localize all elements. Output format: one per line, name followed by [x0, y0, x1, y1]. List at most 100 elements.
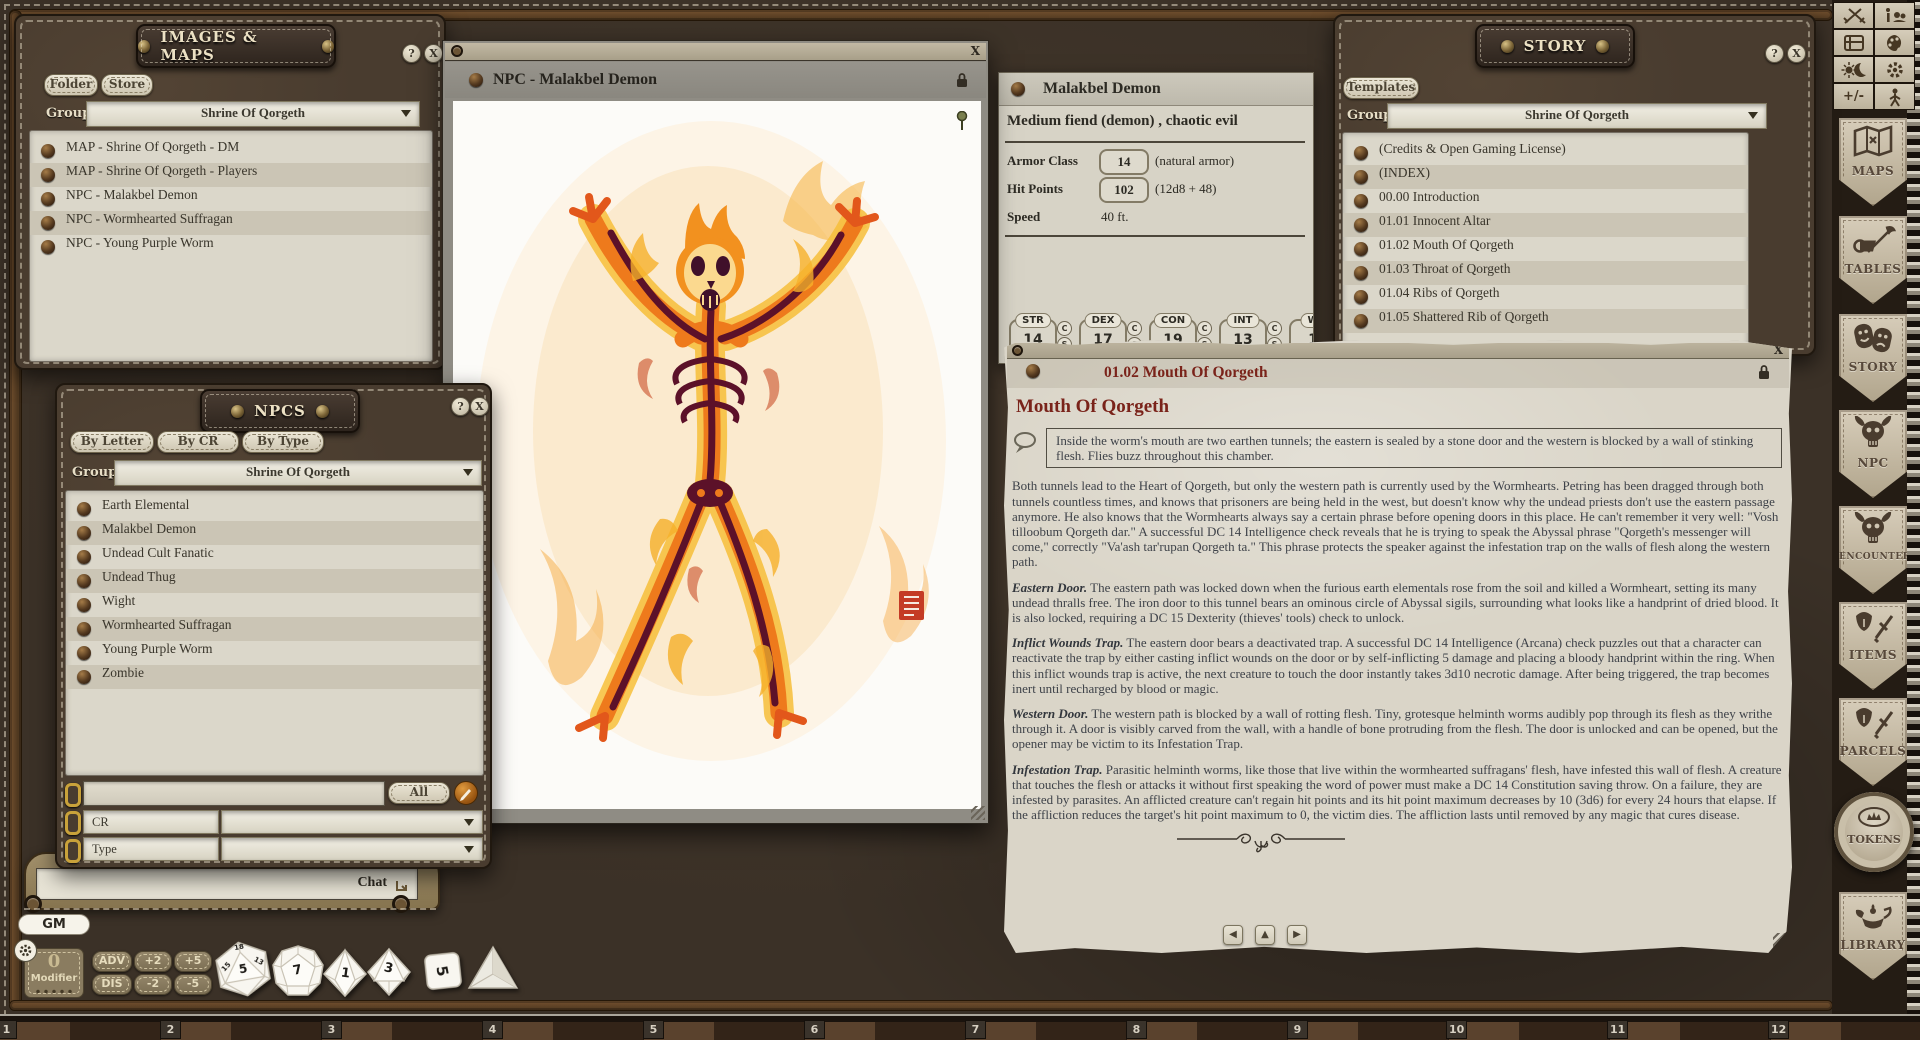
d20-die[interactable]: 5 15 13 18 [209, 935, 276, 1002]
link-stud-icon[interactable] [77, 646, 91, 660]
by-type-button[interactable]: By Type [242, 431, 324, 453]
list-item[interactable]: NPC - Wormhearted Suffragan [30, 211, 432, 235]
advantage-button[interactable]: ADV [92, 951, 132, 972]
link-stud-icon[interactable] [1354, 170, 1368, 184]
modifiers-button[interactable]: +/- [1833, 83, 1874, 110]
link-stud-icon[interactable] [1354, 194, 1368, 208]
plus5-button[interactable]: +5 [174, 951, 212, 972]
minus2-button[interactable]: -2 [134, 974, 172, 995]
d10-die[interactable]: 1 [322, 948, 368, 998]
settings-button[interactable] [1874, 56, 1915, 83]
list-item[interactable]: Zombie [66, 665, 483, 689]
cr-filter-label-box[interactable]: CR [83, 810, 219, 834]
swords-button[interactable] [1833, 2, 1874, 29]
check-cycler[interactable]: C [1267, 321, 1282, 336]
list-item[interactable]: 00.00 Introduction [1343, 189, 1748, 213]
list-item[interactable]: MAP - Shrine Of Qorgeth - DM [30, 139, 432, 163]
up-page-button[interactable]: ▲ [1255, 925, 1275, 945]
link-stud-icon[interactable] [1354, 290, 1368, 304]
list-item[interactable]: Wight [66, 593, 483, 617]
lock-icon[interactable] [956, 72, 968, 88]
entry-body[interactable]: Inside the worm's mouth are two earthen … [1012, 428, 1782, 856]
help-button[interactable]: ? [1765, 44, 1784, 63]
link-stud-icon[interactable] [1354, 242, 1368, 256]
list-item[interactable]: 01.04 Ribs of Qorgeth [1343, 285, 1748, 309]
type-filter-label-box[interactable]: Type [83, 837, 219, 861]
resize-grip[interactable] [971, 806, 985, 820]
link-stud-icon[interactable] [41, 144, 55, 158]
list-item[interactable]: 01.01 Innocent Altar [1343, 213, 1748, 237]
npc-search-input[interactable] [83, 781, 385, 806]
link-stud-icon[interactable] [41, 192, 55, 206]
group-select[interactable]: Shrine Of Qorgeth [86, 101, 420, 127]
list-item[interactable]: (INDEX) [1343, 165, 1748, 189]
link-stud-icon[interactable] [1354, 266, 1368, 280]
plus2-button[interactable]: +2 [134, 951, 172, 972]
edit-button[interactable] [454, 781, 478, 805]
list-item[interactable]: NPC - Young Purple Worm [30, 235, 432, 259]
group-select[interactable]: Shrine Of Qorgeth [114, 460, 482, 486]
chat-send-label[interactable]: Chat [357, 875, 387, 891]
d12-die[interactable]: 7 [272, 945, 324, 997]
next-page-button[interactable]: ▶ [1287, 925, 1307, 945]
link-stud-icon[interactable] [1354, 218, 1368, 232]
link-stud-icon[interactable] [77, 622, 91, 636]
list-item[interactable]: 01.05 Shattered Rib of Qorgeth [1343, 309, 1748, 333]
folder-button[interactable]: Folder [44, 74, 98, 96]
window-drag-strip[interactable]: X [445, 43, 986, 61]
type-filter-select[interactable] [221, 837, 483, 861]
link-stud-icon[interactable] [41, 240, 55, 254]
list-item[interactable]: Undead Thug [66, 569, 483, 593]
list-item[interactable]: MAP - Shrine Of Qorgeth - Players [30, 163, 432, 187]
link-stud-icon[interactable] [41, 216, 55, 230]
hp-value[interactable]: 102 [1099, 177, 1149, 203]
link-stud-icon[interactable] [77, 670, 91, 684]
close-button[interactable]: X [1787, 44, 1806, 63]
list-item[interactable]: 01.03 Throat of Qorgeth [1343, 261, 1748, 285]
list-item[interactable]: Malakbel Demon [66, 521, 483, 545]
sidebar-banner-tokens[interactable]: TOKENS [1834, 792, 1914, 872]
link-stud-icon[interactable] [77, 526, 91, 540]
group-select[interactable]: Shrine Of Qorgeth [1387, 103, 1767, 129]
chat-input[interactable]: Chat [36, 868, 418, 900]
list-item[interactable]: 01.02 Mouth Of Qorgeth [1343, 237, 1748, 261]
image-canvas[interactable] [453, 101, 981, 809]
palette-button[interactable] [1874, 29, 1915, 56]
link-stud-icon[interactable] [1026, 364, 1040, 378]
window-title-plaque[interactable]: NPCS [200, 389, 360, 433]
minus5-button[interactable]: -5 [174, 974, 212, 995]
d6-die[interactable]: 5 [422, 950, 464, 992]
close-button[interactable]: X [470, 397, 489, 416]
window-drag-strip[interactable]: X [1007, 343, 1789, 359]
by-letter-button[interactable]: By Letter [70, 431, 154, 453]
disadvantage-button[interactable]: DIS [92, 974, 132, 995]
d8-die[interactable]: 3 [366, 947, 412, 997]
link-stud-icon[interactable] [77, 502, 91, 516]
check-cycler[interactable]: C [1197, 321, 1212, 336]
link-stud-icon[interactable] [77, 574, 91, 588]
link-stud-icon[interactable] [1354, 314, 1368, 328]
chat-identity-badge[interactable]: GM [18, 914, 90, 935]
window-title-plaque[interactable]: STORY [1475, 24, 1635, 68]
resize-grip[interactable] [1773, 933, 1787, 947]
link-stud-icon[interactable] [469, 73, 483, 87]
close-icon[interactable]: X [971, 44, 980, 59]
book-button[interactable] [1833, 29, 1874, 56]
ac-value[interactable]: 14 [1099, 149, 1149, 175]
check-cycler[interactable]: C [1127, 321, 1142, 336]
link-stud-icon[interactable] [77, 550, 91, 564]
list-item[interactable]: NPC - Malakbel Demon [30, 187, 432, 211]
help-button[interactable]: ? [402, 44, 421, 63]
cr-filter-select[interactable] [221, 810, 483, 834]
pointer-button[interactable] [1874, 83, 1915, 110]
list-item[interactable]: Earth Elemental [66, 497, 483, 521]
close-button[interactable]: X [424, 44, 443, 63]
list-item[interactable]: Wormhearted Suffragan [66, 617, 483, 641]
link-stud-icon[interactable] [1354, 146, 1368, 160]
lock-icon[interactable] [1758, 364, 1770, 380]
party-info-button[interactable] [1874, 2, 1915, 29]
link-stud-icon[interactable] [77, 598, 91, 612]
image-title-bar[interactable]: NPC - Malakbel Demon [445, 62, 986, 98]
by-cr-button[interactable]: By CR [157, 431, 239, 453]
pointer-pin-icon[interactable] [955, 111, 969, 131]
